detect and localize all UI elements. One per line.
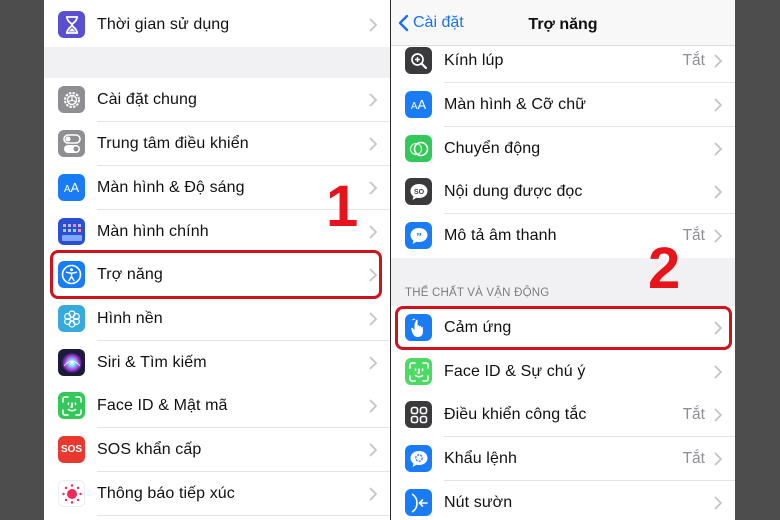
accessibility-row-face-id-attention[interactable]: Face ID & Sự chú ý [391,350,735,394]
face-id-icon [405,358,432,385]
accessibility-row-display-text-size[interactable]: AA Màn hình & Cỡ chữ [391,83,735,127]
chevron-right-icon [369,356,377,370]
row-label: Trung tâm điều khiển [97,135,249,152]
chevron-right-icon [714,365,722,379]
settings-row-wallpaper[interactable]: Hình nền [44,297,390,341]
row-label: Trợ năng [97,266,163,283]
accessibility-row-motion[interactable]: Chuyển động [391,127,735,171]
svg-text:SO: SO [413,189,424,196]
section-header: THỂ CHẤT VÀ VẬN ĐỘNG [405,287,550,299]
home-screen-grid-icon [58,218,85,245]
settings-row-control-center[interactable]: Trung tâm điều khiển [44,122,390,166]
row-label: Màn hình chính [97,223,209,240]
row-value: Tắt [682,227,705,244]
wallpaper-flower-icon [58,305,85,332]
row-label: Màn hình & Độ sáng [97,179,245,196]
accessibility-row-side-button[interactable]: Nút sườn [391,481,735,520]
gear-icon [58,86,85,113]
chevron-right-icon [369,137,377,151]
settings-row-siri-search[interactable]: Siri & Tìm kiếm [44,341,390,385]
chevron-right-icon [369,93,377,107]
chevron-right-icon [714,142,722,156]
face-id-icon [58,392,85,419]
chevron-right-icon [714,229,722,243]
spoken-content-icon: SO [405,178,432,205]
chevron-right-icon [369,443,377,457]
settings-row-emergency-sos[interactable]: SOS SOS khẩn cấp [44,428,390,472]
accessibility-row-switch-control[interactable]: Điều khiển công tắc Tắt [391,393,735,437]
row-value: Tắt [682,52,705,69]
step-number-1: 1 [326,174,359,239]
settings-list-panel: Thời gian sử dụng Cài đặt chung Trung tâ… [44,0,390,520]
step-number-2: 2 [648,236,681,301]
row-label: Nút sườn [444,494,513,511]
touch-hand-icon [405,314,432,341]
accessibility-list-panel: Kính lúp Tắt AA Màn hình & Cỡ chữ Chuyển… [391,0,735,520]
row-label: Điều khiển công tắc [444,406,587,423]
row-label: Cảm ứng [444,319,512,336]
row-label: Chuyển động [444,140,541,157]
chevron-right-icon [369,225,377,239]
settings-row-accessibility[interactable]: Trợ năng [44,253,390,297]
text-size-aa-icon: AA [58,174,85,201]
switch-control-icon [405,401,432,428]
row-label: Khẩu lệnh [444,450,517,467]
chevron-right-icon [714,408,722,422]
chevron-right-icon [714,321,722,335]
navigation-bar: Cài đặt Trợ năng [391,0,735,46]
row-value: Tắt [682,450,705,467]
row-label: Kính lúp [444,52,504,69]
chevron-right-icon [369,18,377,32]
row-label: SOS khẩn cấp [97,441,202,458]
accessibility-row-spoken-content[interactable]: SO Nội dung được đọc [391,170,735,214]
svg-text:”: ” [416,231,422,243]
chevron-right-icon [369,399,377,413]
row-label: Màn hình & Cỡ chữ [444,96,587,113]
side-button-icon [405,489,432,516]
page-title: Trợ năng [528,16,598,33]
section-gap [44,47,390,78]
row-value: Tắt [682,406,705,423]
audio-description-icon: ” [405,222,432,249]
chevron-right-icon [369,181,377,195]
row-label: Face ID & Mật mã [97,397,228,414]
chevron-right-icon [369,312,377,326]
chevron-right-icon [714,452,722,466]
row-label: Nội dung được đọc [444,183,583,200]
row-label: Face ID & Sự chú ý [444,363,586,380]
row-separator [97,515,390,516]
text-size-aa-icon: AA [405,91,432,118]
settings-row-exposure-notifications[interactable]: Thông báo tiếp xúc [44,472,390,516]
accessibility-row-audio-descriptions[interactable]: ” Mô tả âm thanh Tắt [391,214,735,258]
motion-circles-icon [405,135,432,162]
settings-row-general[interactable]: Cài đặt chung [44,78,390,122]
sos-icon: SOS [58,436,85,463]
row-label: Thời gian sử dụng [97,16,230,33]
row-label: Siri & Tìm kiếm [97,354,207,371]
row-label: Hình nền [97,310,163,327]
toggle-switches-icon [58,130,85,157]
voice-control-icon [405,445,432,472]
row-label: Thông báo tiếp xúc [97,485,235,502]
chevron-right-icon [714,185,722,199]
chevron-right-icon [714,496,722,510]
row-label: Cài đặt chung [97,91,198,108]
exposure-notification-icon [58,480,85,507]
settings-row-screen-time[interactable]: Thời gian sử dụng [44,3,390,47]
magnifier-icon [405,47,432,74]
accessibility-row-touch[interactable]: Cảm ứng [391,306,735,350]
chevron-right-icon [369,487,377,501]
settings-row-face-id-passcode[interactable]: Face ID & Mật mã [44,384,390,428]
accessibility-row-voice-control[interactable]: Khẩu lệnh Tắt [391,437,735,481]
hourglass-icon [58,11,85,38]
accessibility-person-icon [58,261,85,288]
chevron-right-icon [714,98,722,112]
chevron-right-icon [369,268,377,282]
siri-icon [58,349,85,376]
chevron-right-icon [714,54,722,68]
row-label: Mô tả âm thanh [444,227,557,244]
